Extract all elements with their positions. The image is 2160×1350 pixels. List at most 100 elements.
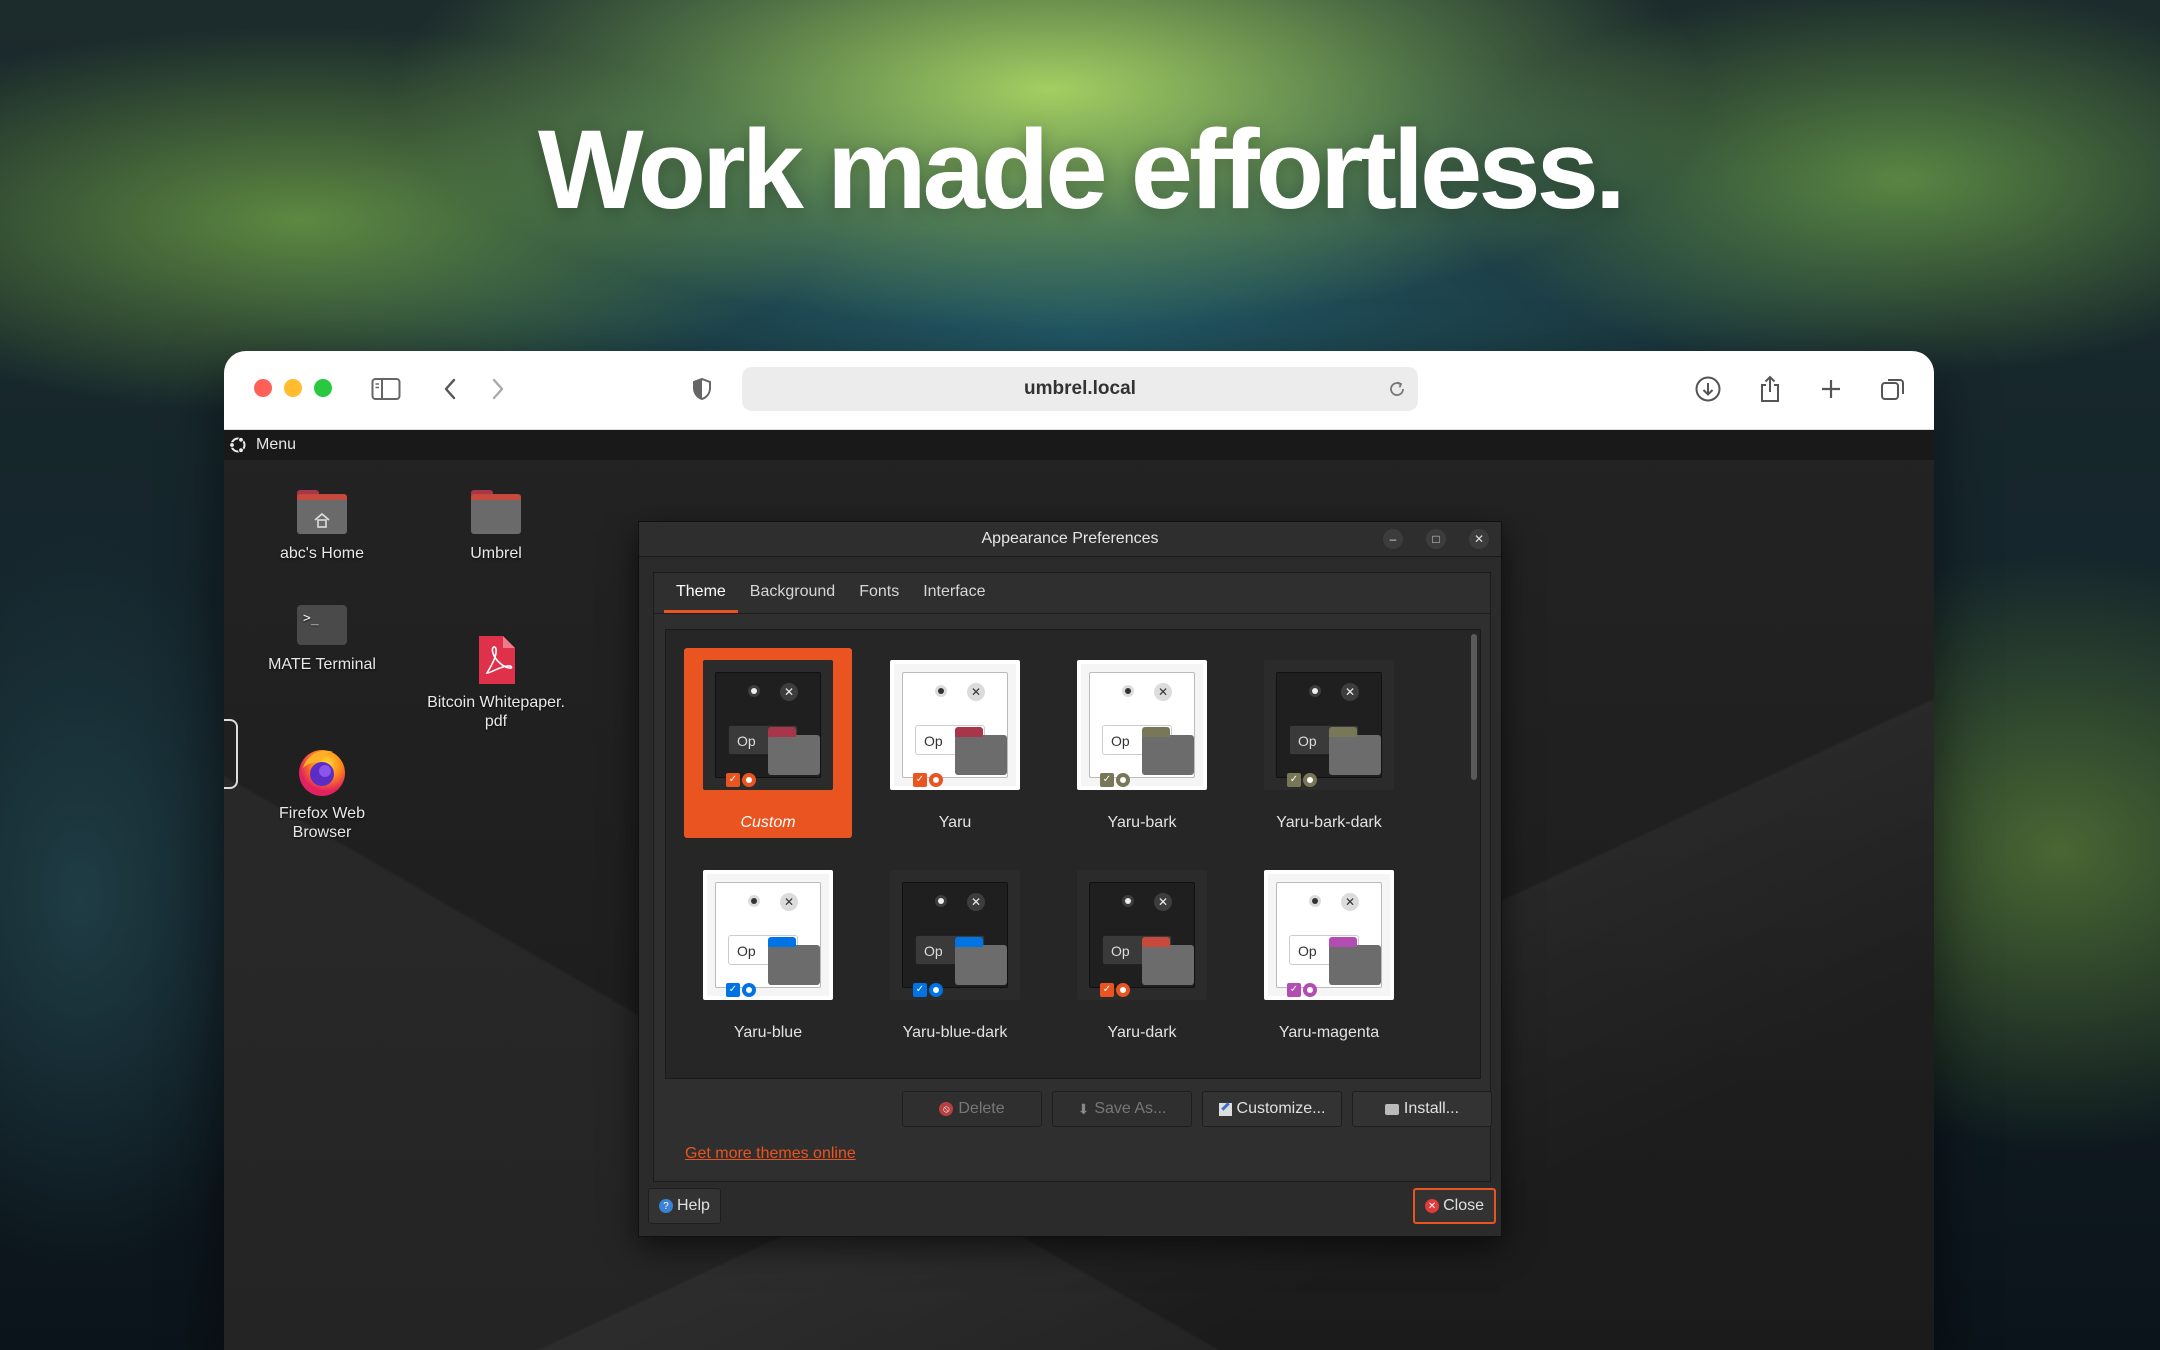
desktop-icon-label: abc's Home bbox=[280, 545, 364, 562]
theme-name: Yaru-dark bbox=[1107, 1024, 1177, 1041]
maximize-icon[interactable]: □ bbox=[1426, 529, 1446, 549]
desktop-icon-firefox[interactable]: Firefox Web Browser bbox=[237, 706, 407, 861]
install-button[interactable]: Install... bbox=[1352, 1091, 1492, 1127]
tab-interface[interactable]: Interface bbox=[911, 583, 997, 613]
preview-check-icon: ✓ bbox=[913, 773, 927, 787]
tab-theme[interactable]: Theme bbox=[664, 583, 738, 613]
desktop-icon-home[interactable]: abc's Home bbox=[237, 484, 407, 563]
preview-close-icon: ✕ bbox=[967, 893, 985, 911]
preview-radio-on-icon bbox=[742, 773, 756, 787]
desktop-icon-terminal[interactable]: >_ MATE Terminal bbox=[237, 595, 407, 674]
share-icon[interactable] bbox=[1754, 373, 1786, 405]
theme-option[interactable]: ✕ Op ✓ Yaru-blue-dark bbox=[871, 858, 1039, 1048]
remote-desktop: Menu abc's Home Umbrel >_ MATE Terminal bbox=[224, 430, 1934, 1350]
preview-radio-on-icon bbox=[1303, 983, 1317, 997]
theme-option[interactable]: ✕ Op ✓ Yaru bbox=[871, 648, 1039, 838]
preview-folder-icon bbox=[1142, 727, 1194, 775]
theme-option[interactable]: ✕ Op ✓ Yaru-blue bbox=[684, 858, 852, 1048]
browser-toolbar: umbrel.local bbox=[224, 351, 1934, 430]
minimize-window-button[interactable] bbox=[284, 379, 302, 397]
minimize-icon[interactable]: – bbox=[1383, 529, 1403, 549]
theme-option[interactable]: ✕ Op ✓ Yaru-dark bbox=[1058, 858, 1226, 1048]
pdf-icon bbox=[469, 614, 523, 684]
preview-radio-on-icon bbox=[742, 983, 756, 997]
close-circle-icon: ✕ bbox=[1425, 1199, 1440, 1213]
hero-headline: Work made effortless. bbox=[537, 107, 1626, 232]
preview-folder-icon bbox=[1329, 727, 1381, 775]
desktop-icon-umbrel[interactable]: Umbrel bbox=[411, 484, 581, 563]
address-text: umbrel.local bbox=[1024, 378, 1136, 399]
desktop-icon-label: MATE Terminal bbox=[268, 656, 376, 673]
theme-option[interactable]: ✕ Op ✓ Yaru-bark-dark bbox=[1245, 648, 1413, 838]
preview-check-icon: ✓ bbox=[913, 983, 927, 997]
desktop-panel: Menu bbox=[224, 430, 1934, 460]
tab-overview-icon[interactable] bbox=[1877, 373, 1909, 405]
preview-folder-icon bbox=[768, 727, 820, 775]
help-button-label: Help bbox=[677, 1197, 710, 1214]
privacy-shield-icon[interactable] bbox=[686, 373, 718, 405]
preview-folder-icon bbox=[1329, 937, 1381, 985]
customize-icon bbox=[1218, 1101, 1232, 1116]
install-button-label: Install... bbox=[1403, 1100, 1460, 1117]
customize-button[interactable]: Customize... bbox=[1202, 1091, 1342, 1127]
menu-label[interactable]: Menu bbox=[256, 436, 296, 454]
address-bar[interactable]: umbrel.local bbox=[742, 367, 1418, 411]
preview-close-icon: ✕ bbox=[1154, 893, 1172, 911]
save-as-button[interactable]: ⬇ Save As... bbox=[1052, 1091, 1192, 1127]
delete-icon: ⦸ bbox=[939, 1102, 954, 1116]
preview-radio-icon bbox=[935, 895, 947, 907]
ubuntu-logo-icon[interactable] bbox=[228, 435, 248, 455]
back-icon[interactable] bbox=[434, 373, 466, 405]
install-icon bbox=[1384, 1103, 1399, 1115]
preview-close-icon: ✕ bbox=[780, 893, 798, 911]
theme-option[interactable]: ✕ Op ✓ Yaru-magenta bbox=[1245, 858, 1413, 1048]
save-icon: ⬇ bbox=[1077, 1100, 1090, 1117]
desktop-icon-label: Umbrel bbox=[470, 545, 522, 562]
theme-name: Yaru-bark-dark bbox=[1276, 814, 1382, 831]
preview-radio-on-icon bbox=[1116, 773, 1130, 787]
help-button[interactable]: ? Help bbox=[648, 1188, 721, 1224]
reload-icon[interactable] bbox=[1386, 378, 1408, 400]
tab-bar: Theme Background Fonts Interface bbox=[654, 573, 1490, 614]
delete-button-label: Delete bbox=[958, 1100, 1005, 1117]
desktop-icon-bitcoin-pdf[interactable]: Bitcoin Whitepaper. pdf bbox=[411, 595, 581, 750]
side-panel-handle[interactable] bbox=[224, 719, 238, 789]
preview-close-icon: ✕ bbox=[1154, 683, 1172, 701]
preview-radio-icon bbox=[748, 895, 760, 907]
preview-close-icon: ✕ bbox=[1341, 683, 1359, 701]
tab-fonts[interactable]: Fonts bbox=[847, 583, 911, 613]
theme-name: Yaru bbox=[938, 814, 972, 831]
preview-folder-icon bbox=[955, 937, 1007, 985]
theme-name: Yaru-magenta bbox=[1278, 1024, 1380, 1041]
theme-preview: ✕ Op ✓ bbox=[703, 660, 833, 790]
close-button-label: Close bbox=[1443, 1197, 1484, 1214]
preview-close-icon: ✕ bbox=[1341, 893, 1359, 911]
zoom-window-button[interactable] bbox=[314, 379, 332, 397]
close-window-button[interactable] bbox=[254, 379, 272, 397]
preview-check-icon: ✓ bbox=[726, 983, 740, 997]
theme-grid-scrollbar[interactable] bbox=[1471, 634, 1477, 780]
forward-icon[interactable] bbox=[482, 373, 514, 405]
theme-preview: ✕ Op ✓ bbox=[1264, 660, 1394, 790]
tab-background[interactable]: Background bbox=[738, 583, 847, 613]
preview-radio-on-icon bbox=[929, 773, 943, 787]
theme-option[interactable]: ✕ Op ✓ Yaru-bark bbox=[1058, 648, 1226, 838]
theme-preview: ✕ Op ✓ bbox=[890, 870, 1020, 1000]
preview-radio-icon bbox=[748, 685, 760, 697]
close-button[interactable]: ✕ Close bbox=[1413, 1188, 1496, 1224]
theme-preview: ✕ Op ✓ bbox=[1264, 870, 1394, 1000]
delete-button[interactable]: ⦸ Delete bbox=[902, 1091, 1042, 1127]
preview-radio-on-icon bbox=[929, 983, 943, 997]
sidebar-toggle-icon[interactable] bbox=[370, 373, 402, 405]
theme-name: Yaru-bark bbox=[1107, 814, 1177, 831]
new-tab-icon[interactable] bbox=[1815, 373, 1847, 405]
folder-icon bbox=[469, 484, 523, 538]
appearance-preferences-dialog: Appearance Preferences – □ ✕ Theme Backg… bbox=[638, 521, 1502, 1237]
theme-grid: ✕ Op ✓ Custom ✕ Op ✓ Yaru ✕ Op ✓ Yaru-bark ✕ Op ✓ Yaru-… bbox=[665, 629, 1481, 1079]
theme-option[interactable]: ✕ Op ✓ Custom bbox=[684, 648, 852, 838]
get-more-themes-link[interactable]: Get more themes online bbox=[685, 1145, 856, 1163]
preview-check-icon: ✓ bbox=[1287, 983, 1301, 997]
close-icon[interactable]: ✕ bbox=[1469, 529, 1489, 549]
desktop-icon-label: Firefox Web Browser bbox=[279, 805, 365, 841]
download-icon[interactable] bbox=[1692, 373, 1724, 405]
